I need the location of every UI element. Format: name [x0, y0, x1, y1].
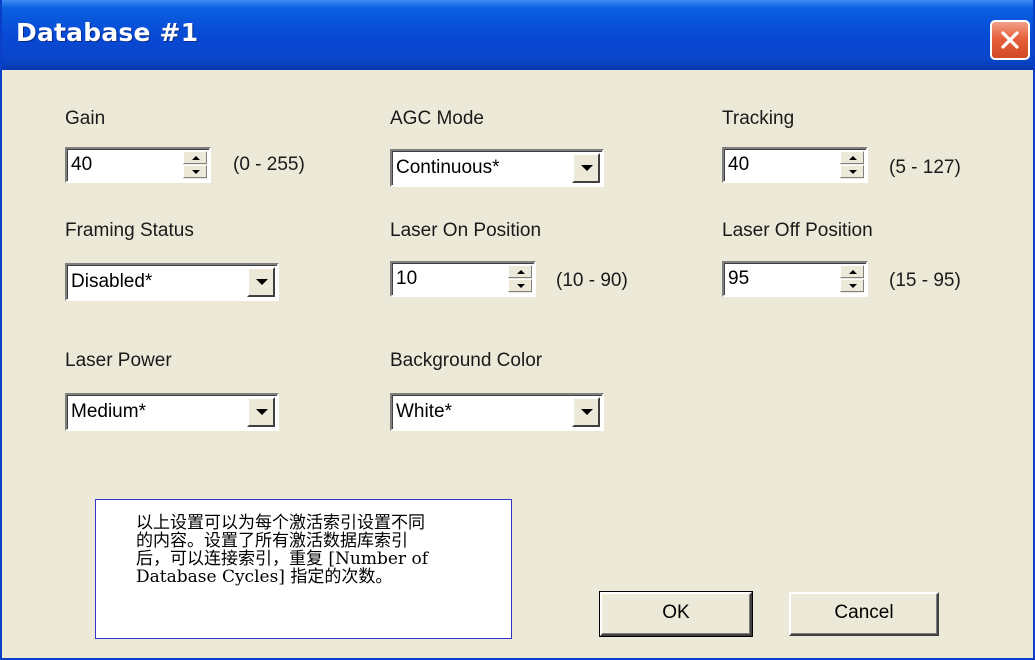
gain-range: (0 - 255) [233, 154, 305, 175]
window-title: Database #1 [16, 18, 199, 47]
cancel-button[interactable]: Cancel [789, 592, 939, 636]
tracking-value[interactable]: 40 [728, 154, 749, 176]
close-icon [1001, 31, 1019, 49]
laser-power-label: Laser Power [65, 350, 172, 371]
framing-status-label: Framing Status [65, 220, 194, 241]
gain-value[interactable]: 40 [71, 154, 92, 176]
chevron-down-icon[interactable] [572, 397, 600, 427]
background-color-dropdown[interactable]: White* [390, 393, 604, 431]
close-button[interactable] [990, 20, 1030, 60]
agc-mode-value: Continuous* [396, 157, 500, 178]
gain-spin-arrows[interactable] [183, 151, 207, 179]
laser-on-position-range: (10 - 90) [556, 270, 628, 291]
chevron-down-icon[interactable] [247, 397, 275, 427]
annotation-text: 以上设置可以为每个激活索引设置不同的内容。设置了所有激活数据库索引后，可以连接索… [136, 513, 428, 587]
agc-mode-label: AGC Mode [390, 108, 484, 129]
agc-mode-dropdown[interactable]: Continuous* [390, 149, 604, 187]
ok-button[interactable]: OK [599, 591, 753, 637]
background-color-label: Background Color [390, 350, 543, 371]
framing-status-value: Disabled* [71, 271, 153, 292]
framing-status-dropdown[interactable]: Disabled* [65, 263, 279, 301]
gain-label: Gain [65, 108, 106, 129]
spin-down-icon[interactable] [183, 165, 207, 178]
laser-power-dropdown[interactable]: Medium* [65, 393, 279, 431]
spin-up-icon[interactable] [183, 151, 207, 164]
title-bar[interactable]: Database #1 [2, 0, 1033, 70]
tracking-range: (5 - 127) [889, 157, 961, 178]
laser-power-value: Medium* [71, 401, 146, 422]
spin-up-icon[interactable] [840, 265, 864, 278]
laser-on-position-spinbox[interactable]: 10 [390, 261, 536, 297]
spin-down-icon[interactable] [840, 165, 864, 178]
tracking-spinbox[interactable]: 40 [722, 147, 868, 183]
chevron-down-icon[interactable] [247, 267, 275, 297]
tracking-label: Tracking [722, 108, 795, 129]
laser-off-position-spinbox[interactable]: 95 [722, 261, 868, 297]
dialog-window: Database #1 Gain 40 (0 - 255) AGC Mode C… [0, 0, 1035, 660]
spin-down-icon[interactable] [508, 279, 532, 292]
spin-up-icon[interactable] [840, 151, 864, 164]
spin-down-icon[interactable] [840, 279, 864, 292]
background-color-value: White* [396, 401, 452, 422]
laser-on-position-label: Laser On Position [390, 220, 542, 241]
laser-on-position-value[interactable]: 10 [396, 268, 417, 290]
chevron-down-icon[interactable] [572, 153, 600, 183]
laser-off-position-range: (15 - 95) [889, 270, 961, 291]
gain-spinbox[interactable]: 40 [65, 147, 211, 183]
tracking-spin-arrows[interactable] [840, 151, 864, 179]
spin-up-icon[interactable] [508, 265, 532, 278]
laser-off-position-value[interactable]: 95 [728, 268, 749, 290]
laser-off-spin-arrows[interactable] [840, 265, 864, 293]
annotation-note: 以上设置可以为每个激活索引设置不同的内容。设置了所有激活数据库索引后，可以连接索… [95, 499, 512, 639]
laser-off-position-label: Laser Off Position [722, 220, 873, 241]
laser-on-spin-arrows[interactable] [508, 265, 532, 293]
